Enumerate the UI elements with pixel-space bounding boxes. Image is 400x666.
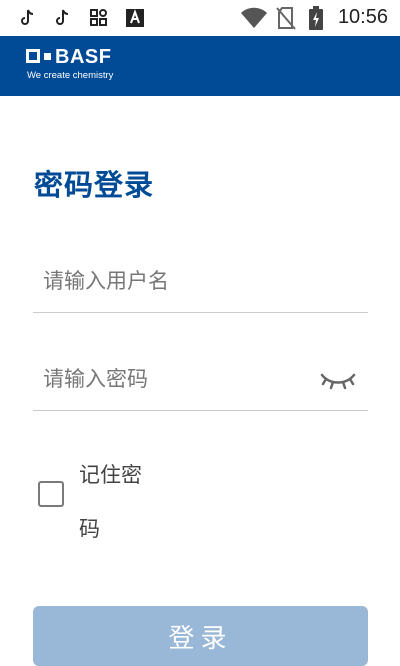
brand-tagline: We create chemistry: [27, 70, 114, 81]
tiktok-icon: [21, 9, 34, 25]
font-a-icon: [126, 9, 144, 27]
apps-icon: [90, 9, 107, 26]
username-input[interactable]: [41, 250, 315, 312]
wifi-icon: [241, 7, 267, 28]
remember-password-label[interactable]: 记住密码: [79, 448, 159, 556]
password-field: [33, 348, 368, 411]
clock-time: 10:56: [337, 6, 388, 28]
password-input[interactable]: [41, 348, 315, 410]
username-field: [33, 250, 368, 313]
logo-square-icon: [26, 49, 40, 63]
logo-dot-icon: [44, 53, 51, 60]
tiktok-icon: [56, 9, 69, 25]
status-bar: 10:56: [0, 0, 400, 36]
battery-charging-icon: [309, 6, 323, 30]
eye-closed-icon[interactable]: [320, 370, 356, 392]
brand-header: BASF We create chemistry: [0, 36, 400, 96]
login-button[interactable]: 登录: [33, 606, 368, 666]
no-sim-icon: [276, 7, 296, 30]
brand-name: BASF: [55, 46, 112, 68]
page-title: 密码登录: [34, 168, 155, 202]
remember-password-checkbox[interactable]: [38, 481, 64, 507]
